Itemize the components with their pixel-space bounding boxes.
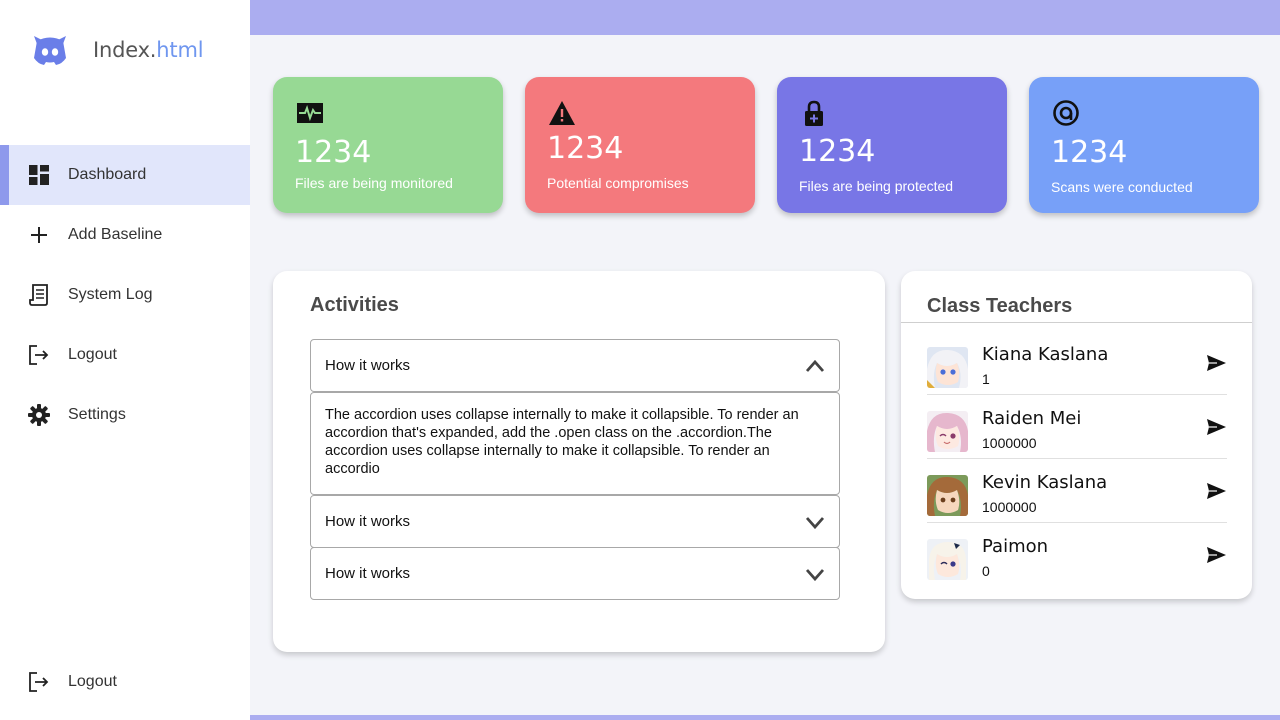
sidebar-item-settings[interactable]: Settings (0, 385, 250, 445)
stat-card-monitored[interactable]: 1234 Files are being monitored (273, 77, 503, 213)
stat-value: 1234 (799, 134, 876, 169)
stat-label: Files are being protected (799, 178, 954, 194)
teachers-panel: Class Teachers Kiana Kaslana 1 Raiden Me… (901, 271, 1252, 599)
teachers-title: Class Teachers (927, 295, 1073, 317)
list-item[interactable]: Kevin Kaslana 1000000 (927, 459, 1227, 523)
send-icon[interactable] (1205, 352, 1227, 374)
teacher-name: Kevin Kaslana (982, 472, 1108, 493)
stat-card-scans[interactable]: 1234 Scans were conducted (1029, 77, 1259, 213)
lock-icon (805, 100, 823, 126)
stat-card-compromises[interactable]: 1234 Potential compromises (525, 77, 755, 213)
logout-icon (28, 344, 50, 366)
grid-icon (28, 164, 50, 186)
teacher-name: Paimon (982, 536, 1049, 557)
stat-label: Scans were conducted (1051, 179, 1193, 195)
avatar (927, 347, 968, 388)
pulse-icon (297, 103, 323, 123)
stat-value: 1234 (295, 135, 372, 170)
plus-icon (28, 224, 50, 246)
send-icon[interactable] (1205, 416, 1227, 438)
sidebar-item-label: Dashboard (68, 166, 147, 183)
brand-name: Index.html (93, 38, 204, 62)
teacher-name: Kiana Kaslana (982, 344, 1109, 365)
gear-icon (28, 404, 50, 426)
accordion-item: How it works (310, 495, 840, 548)
sidebar-item-label: Settings (68, 406, 126, 423)
accordion-header[interactable]: How it works (311, 548, 839, 599)
chevron-down-icon (805, 516, 825, 529)
brand[interactable]: Index.html (28, 28, 204, 72)
logout-icon (28, 671, 50, 693)
activities-panel: Activities How it works The accordion us… (273, 271, 885, 652)
accordion-title: How it works (325, 565, 411, 582)
sidebar-item-label: System Log (68, 286, 153, 303)
accordion-header[interactable]: How it works (311, 340, 839, 391)
sidebar-item-system-log[interactable]: System Log (0, 265, 250, 325)
sidebar-item-label: Add Baseline (68, 226, 163, 243)
teacher-value: 1000000 (982, 435, 1037, 451)
sidebar-item-dashboard[interactable]: Dashboard (0, 145, 250, 205)
warning-icon (549, 101, 575, 125)
list-item[interactable]: Raiden Mei 1000000 (927, 395, 1227, 459)
accordion-body-text: The accordion uses collapse internally t… (325, 407, 799, 477)
list-item[interactable]: Paimon 0 (927, 523, 1227, 587)
discord-logo-icon (34, 36, 66, 65)
top-bar (250, 0, 1280, 35)
avatar (927, 475, 968, 516)
list-item[interactable]: Kiana Kaslana 1 (927, 331, 1227, 395)
bottom-bar (250, 715, 1280, 720)
stat-value: 1234 (1051, 135, 1128, 170)
stat-label: Potential compromises (547, 175, 689, 191)
log-icon (28, 284, 50, 306)
accordion-title: How it works (325, 513, 411, 530)
send-icon[interactable] (1205, 480, 1227, 502)
send-icon[interactable] (1205, 544, 1227, 566)
activities-title: Activities (310, 294, 399, 316)
chevron-down-icon (805, 568, 825, 581)
accordion-title: How it works (325, 357, 411, 374)
sidebar: Index.html Dashboard Add Baseline System… (0, 0, 250, 720)
chevron-up-icon (805, 359, 825, 372)
divider (901, 322, 1252, 323)
teacher-value: 1 (982, 371, 990, 387)
accordion-item: How it works (310, 339, 840, 392)
sidebar-item-logout-bottom[interactable]: Logout (0, 652, 250, 712)
stat-label: Files are being monitored (295, 175, 453, 191)
accordion-item: How it works (310, 547, 840, 600)
sidebar-nav: Dashboard Add Baseline System Log Logout… (0, 145, 250, 445)
stat-card-protected[interactable]: 1234 Files are being protected (777, 77, 1007, 213)
stat-value: 1234 (547, 131, 624, 166)
teacher-list: Kiana Kaslana 1 Raiden Mei 1000000 Kevin… (927, 331, 1227, 587)
accordion-header[interactable]: How it works (311, 496, 839, 547)
sidebar-item-logout[interactable]: Logout (0, 325, 250, 385)
accordion-body: The accordion uses collapse internally t… (310, 392, 840, 495)
teacher-name: Raiden Mei (982, 408, 1082, 429)
sidebar-item-label: Logout (68, 346, 117, 363)
sidebar-item-label: Logout (68, 673, 117, 690)
teacher-value: 0 (982, 563, 990, 579)
sidebar-item-add-baseline[interactable]: Add Baseline (0, 205, 250, 265)
avatar (927, 539, 968, 580)
avatar (927, 411, 968, 452)
teacher-value: 1000000 (982, 499, 1037, 515)
target-icon (1053, 100, 1079, 126)
